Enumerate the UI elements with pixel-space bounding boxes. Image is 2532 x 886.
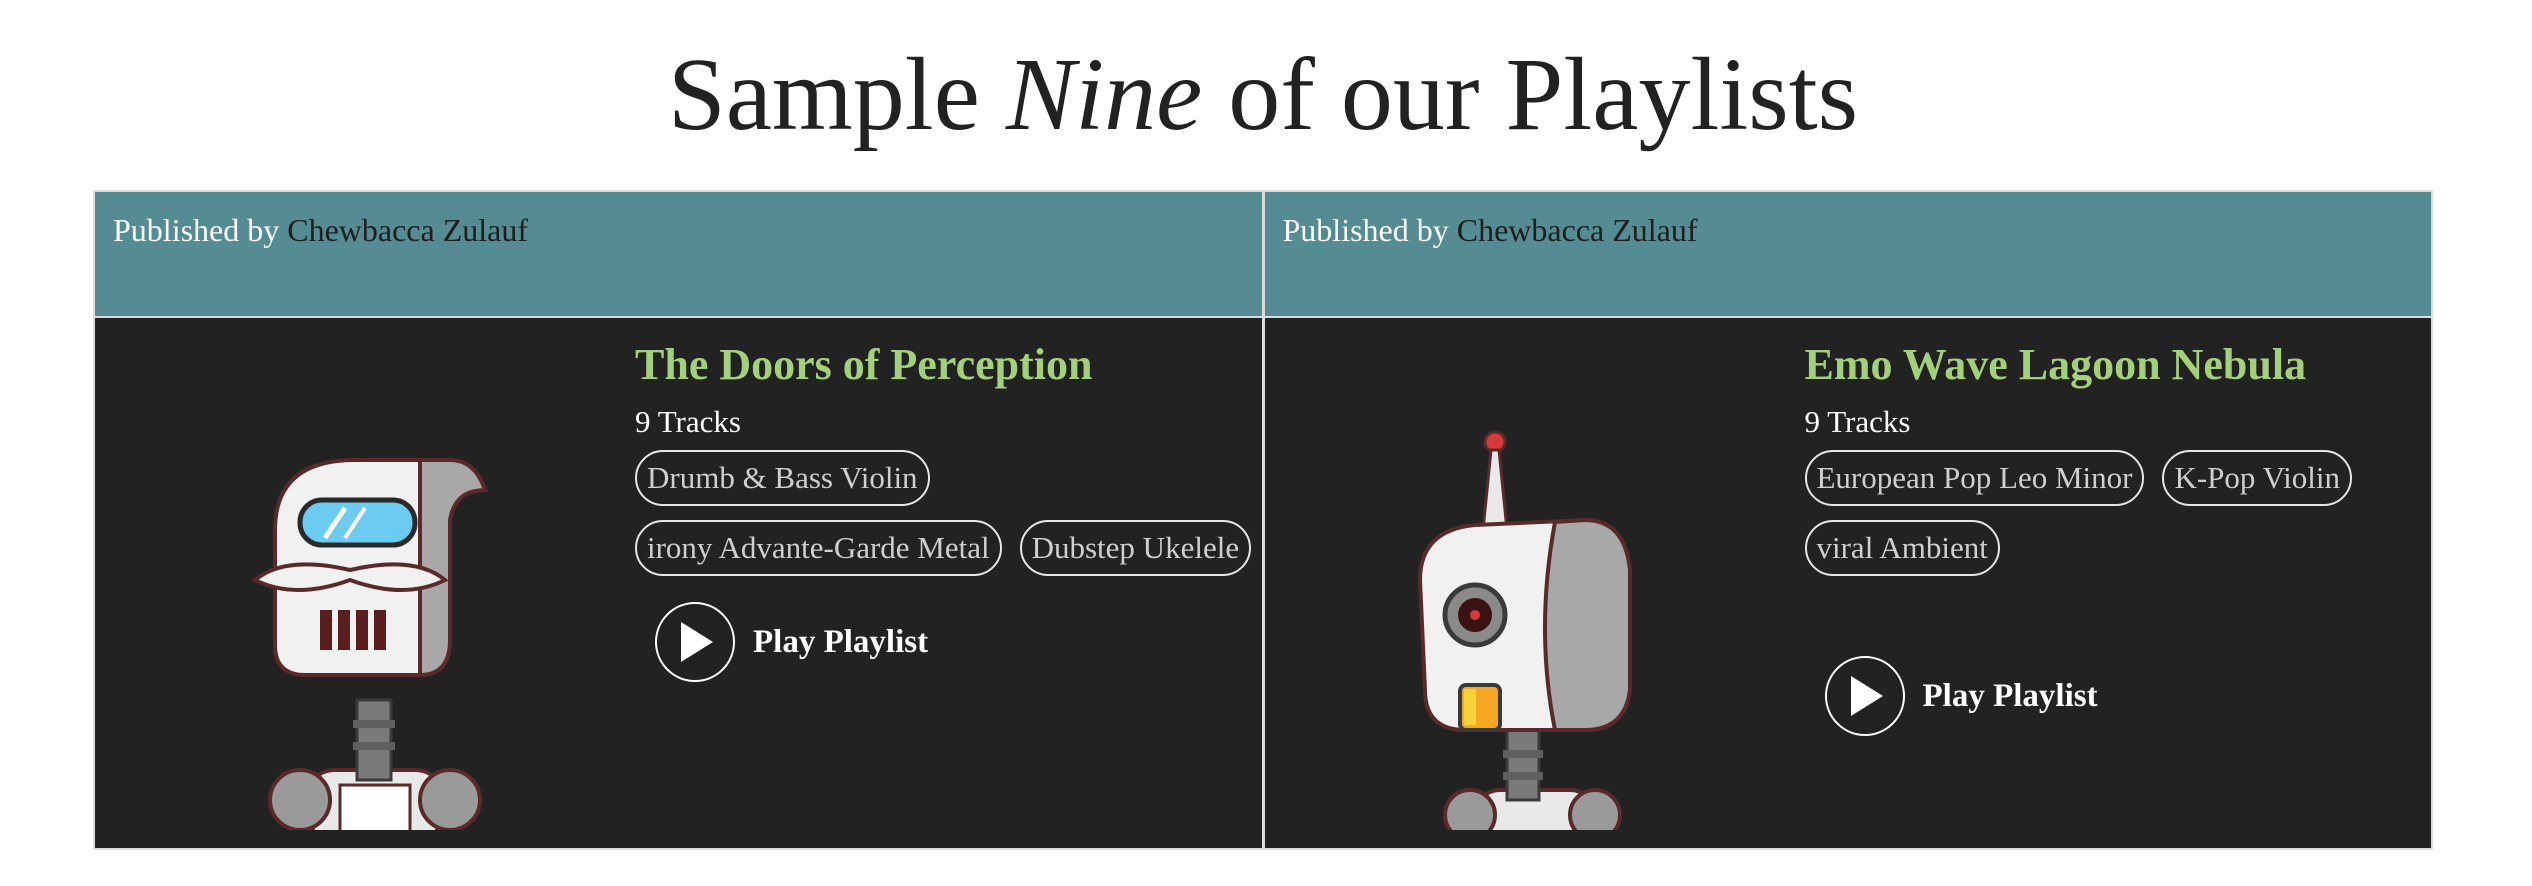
robot-mustache-icon [251, 458, 488, 830]
author-link[interactable]: Chewbacca Zulauf [1457, 212, 1698, 248]
play-icon[interactable] [655, 602, 735, 682]
play-icon[interactable] [1824, 656, 1905, 736]
card-body: Emo Wave Lagoon Nebula 9 Tracks European… [1264, 318, 2431, 848]
playlist-card: Published by Chewbacca Zulauf [95, 192, 1262, 848]
genre-tags: Drumb & Bass Violin irony Advante-Garde … [635, 450, 1255, 576]
title-text-end: of our Playlists [1202, 37, 1859, 152]
play-playlist-label: Play Playlist [1922, 677, 2098, 714]
genre-tag[interactable]: Dubstep Ukelele [1019, 520, 1252, 576]
genre-tag[interactable]: irony Advante-Garde Metal [635, 520, 1002, 576]
playlist-title[interactable]: The Doors of Perception [635, 336, 1255, 394]
page-title: Sample Nine of our Playlists [0, 30, 2526, 160]
genre-tags: European Pop Leo Minor K-Pop Violin vira… [1804, 450, 2425, 576]
track-count: 9 Tracks [635, 404, 741, 439]
robot-cyclops-icon [1417, 430, 1632, 830]
card-header: Published by Chewbacca Zulauf [1264, 192, 2431, 318]
play-playlist-button[interactable]: Play Playlist [1824, 656, 2425, 736]
play-playlist-button[interactable]: Play Playlist [655, 602, 1255, 682]
card-body: The Doors of Perception 9 Tracks Drumb &… [95, 318, 1262, 848]
playlist-info: The Doors of Perception 9 Tracks Drumb &… [635, 336, 1255, 682]
playlist-grid: Published by Chewbacca Zulauf The Doors … [93, 190, 2433, 850]
genre-tag[interactable]: European Pop Leo Minor [1804, 450, 2145, 506]
published-label: Published by [113, 212, 280, 248]
playlist-info: Emo Wave Lagoon Nebula 9 Tracks European… [1804, 336, 2425, 736]
playlist-title[interactable]: Emo Wave Lagoon Nebula [1805, 336, 2425, 394]
play-playlist-label: Play Playlist [753, 623, 929, 660]
page: Sample Nine of our Playlists Published b… [0, 0, 2532, 886]
title-text-start: Sample [667, 37, 1006, 152]
track-count: 9 Tracks [1804, 404, 1911, 439]
title-text-emphasis: Nine [1005, 37, 1203, 152]
published-label: Published by [1282, 212, 1449, 248]
author-link[interactable]: Chewbacca Zulauf [287, 212, 528, 248]
card-header: Published by Chewbacca Zulauf [95, 192, 1262, 318]
genre-tag[interactable]: Drumb & Bass Violin [635, 450, 930, 506]
genre-tag[interactable]: K-Pop Violin [2162, 450, 2352, 506]
genre-tag[interactable]: viral Ambient [1804, 520, 2000, 576]
playlist-card: Published by Chewbacca Zulauf [1264, 192, 2431, 848]
